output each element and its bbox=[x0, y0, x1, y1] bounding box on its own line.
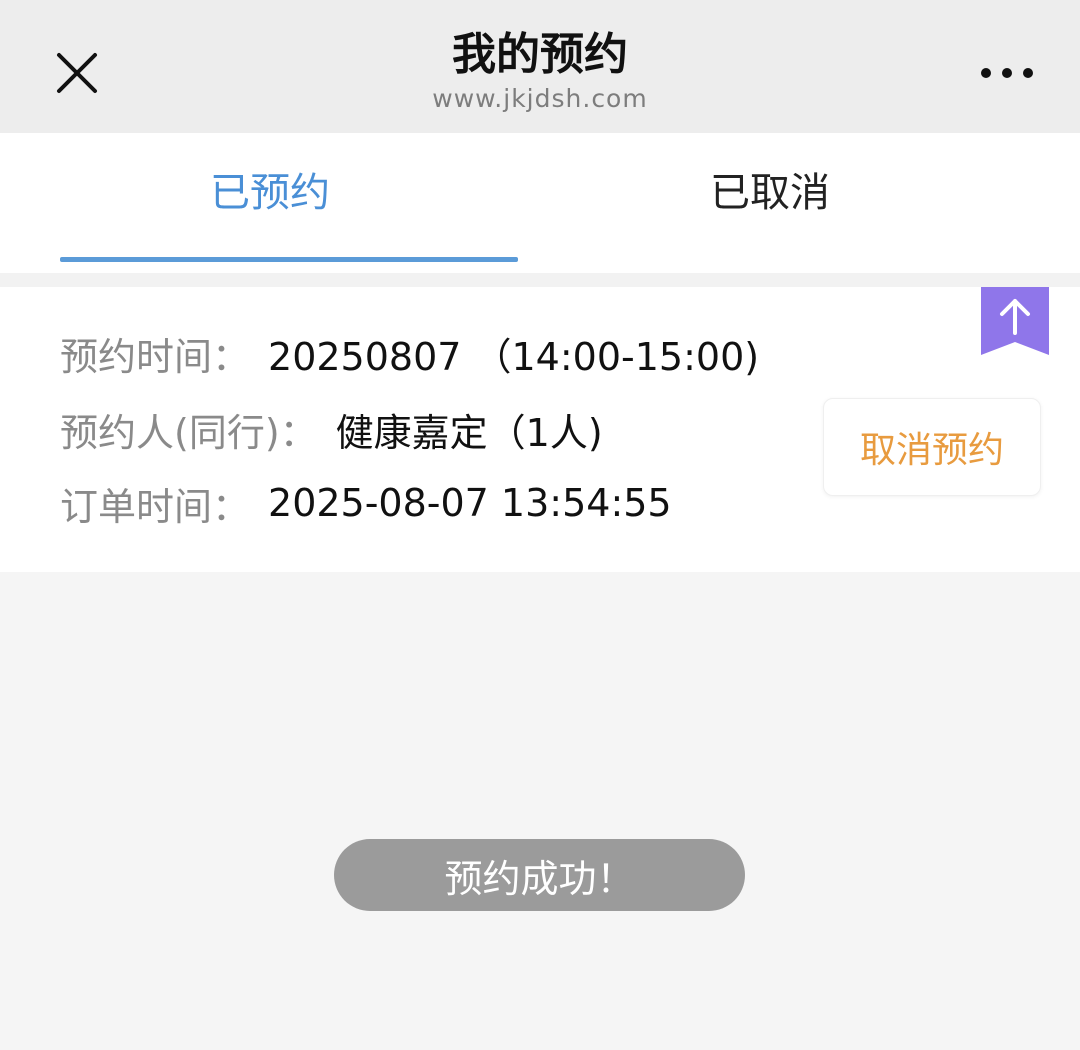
page-title: 我的预约 bbox=[452, 29, 628, 80]
order-time-label: 订单时间： bbox=[60, 484, 251, 529]
page: 我的预约 www.jkjdsh.com 已预约 已取消 预约时间： 202508… bbox=[0, 0, 1080, 1050]
more-button[interactable] bbox=[972, 38, 1042, 108]
more-icon bbox=[981, 68, 1033, 78]
order-time-value: 2025-08-07 13:54:55 bbox=[268, 481, 672, 525]
section-divider bbox=[0, 273, 1080, 287]
order-time-row: 订单时间： 2025-08-07 13:54:55 bbox=[60, 475, 672, 531]
page-subtitle: www.jkjdsh.com bbox=[432, 84, 648, 113]
reservation-time-value: 20250807 （14:00-15:00) bbox=[268, 334, 760, 379]
reservation-time-label: 预约时间： bbox=[60, 334, 251, 379]
reservation-person-value: 健康嘉定（1人) bbox=[335, 410, 603, 455]
tab-cancelled-label: 已取消 bbox=[710, 170, 830, 216]
back-to-top-button[interactable] bbox=[981, 287, 1049, 355]
reservation-person-row: 预约人(同行)： 健康嘉定（1人) bbox=[60, 401, 603, 457]
tab-reserved-label: 已预约 bbox=[210, 170, 330, 216]
reservation-person-label: 预约人(同行)： bbox=[60, 410, 318, 455]
reservation-time-row: 预约时间： 20250807 （14:00-15:00) bbox=[60, 325, 759, 381]
tab-cancelled[interactable]: 已取消 bbox=[500, 133, 1040, 273]
tab-bar: 已预约 已取消 bbox=[0, 133, 1080, 273]
cancel-reservation-button[interactable]: 取消预约 bbox=[823, 398, 1041, 496]
success-toast: 预约成功！ bbox=[334, 839, 745, 911]
arrow-up-icon bbox=[981, 287, 1049, 355]
active-tab-indicator bbox=[60, 257, 518, 262]
navigation-bar: 我的预约 www.jkjdsh.com bbox=[0, 0, 1080, 133]
tab-reserved[interactable]: 已预约 bbox=[0, 133, 540, 273]
reservation-card: 预约时间： 20250807 （14:00-15:00) 预约人(同行)： 健康… bbox=[0, 287, 1080, 572]
